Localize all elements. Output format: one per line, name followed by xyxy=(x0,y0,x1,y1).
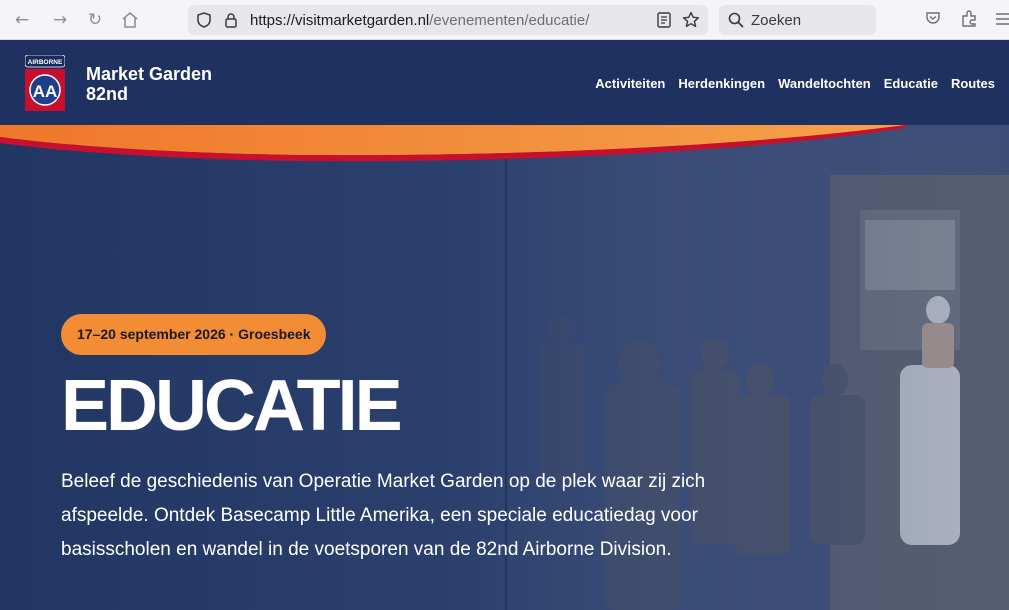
site-header: AIRBORNE AA Market Garden 82nd Activitei… xyxy=(0,40,1009,125)
search-placeholder: Zoeken xyxy=(751,12,802,29)
brand-name[interactable]: Market Garden 82nd xyxy=(86,64,212,104)
extensions-icon[interactable] xyxy=(960,10,978,33)
lock-icon[interactable] xyxy=(224,12,238,33)
pocket-icon[interactable] xyxy=(925,10,941,31)
event-date-badge: 17–20 september 2026 · Groesbeek xyxy=(61,314,327,355)
hero-description: Beleef de geschiedenis van Operatie Mark… xyxy=(61,471,706,560)
nav-item-herdenkingen[interactable]: Herdenkingen xyxy=(678,76,765,91)
nav-item-educatie[interactable]: Educatie xyxy=(884,76,938,91)
search-input[interactable]: Zoeken xyxy=(719,5,876,35)
nav-item-routes[interactable]: Routes xyxy=(951,76,995,91)
menu-icon[interactable] xyxy=(996,12,1009,31)
airborne-logo[interactable]: AIRBORNE AA xyxy=(24,54,66,116)
page-title: EDUCATIE xyxy=(61,366,403,446)
search-icon xyxy=(728,12,744,33)
nav-item-wandeltochten[interactable]: Wandeltochten xyxy=(778,76,871,91)
forward-arrow-icon[interactable]: → xyxy=(50,10,70,30)
shield-icon[interactable] xyxy=(196,12,212,33)
reader-view-icon[interactable] xyxy=(656,11,672,34)
svg-text:AA: AA xyxy=(33,82,58,101)
brand-line-1: Market Garden xyxy=(86,64,213,84)
brand-line-2: 82nd xyxy=(86,84,129,104)
main-navigation: Activiteiten Herdenkingen Wandeltochten … xyxy=(595,76,995,91)
svg-text:AIRBORNE: AIRBORNE xyxy=(28,59,63,66)
reload-icon[interactable]: ↻ xyxy=(85,10,105,30)
home-icon[interactable] xyxy=(121,11,139,34)
address-bar[interactable]: https://visitmarketgarden.nl/evenementen… xyxy=(188,5,708,35)
nav-item-activiteiten[interactable]: Activiteiten xyxy=(595,76,665,91)
browser-toolbar: ← → ↻ https://visitmarketgarden.nl/evene… xyxy=(0,0,1009,40)
bookmark-star-icon[interactable] xyxy=(682,11,700,34)
url-text: https://visitmarketgarden.nl/evenementen… xyxy=(250,12,590,29)
hero-section: 17–20 september 2026 · Groesbeek EDUCATI… xyxy=(0,125,1009,610)
back-arrow-icon[interactable]: ← xyxy=(12,10,32,30)
